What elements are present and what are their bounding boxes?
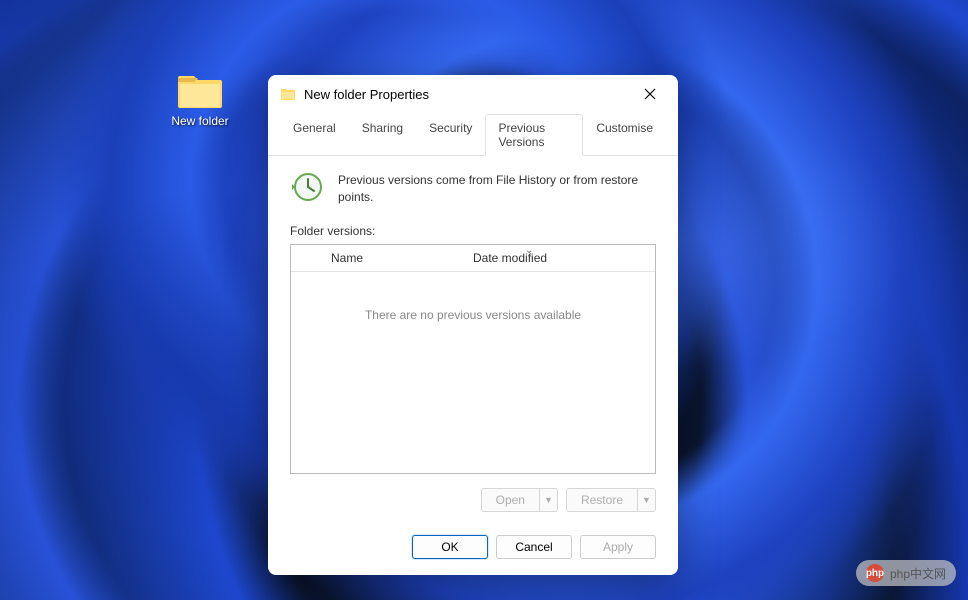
dialog-footer: OK Cancel Apply	[268, 523, 678, 575]
column-name[interactable]: Name	[291, 251, 473, 265]
column-date-label: Date modified	[473, 251, 547, 265]
sort-indicator-icon: ⌄	[525, 245, 533, 256]
cancel-button[interactable]: Cancel	[496, 535, 572, 559]
apply-button: Apply	[580, 535, 656, 559]
chevron-down-icon: ▼	[544, 495, 553, 505]
restore-button-label: Restore	[567, 489, 637, 511]
tab-customise[interactable]: Customise	[583, 114, 666, 156]
chevron-down-icon: ▼	[642, 495, 651, 505]
close-icon	[644, 88, 656, 100]
tab-previous-versions[interactable]: Previous Versions	[485, 114, 583, 156]
versions-listbox[interactable]: Name ⌄ Date modified There are no previo…	[290, 244, 656, 474]
open-button-label: Open	[482, 489, 539, 511]
ok-button[interactable]: OK	[412, 535, 488, 559]
action-buttons-row: Open ▼ Restore ▼	[290, 488, 656, 512]
restore-button: Restore ▼	[566, 488, 656, 512]
tab-security[interactable]: Security	[416, 114, 485, 156]
desktop-folder-label: New folder	[160, 114, 240, 128]
info-row: Previous versions come from File History…	[290, 170, 656, 206]
dialog-titlebar[interactable]: New folder Properties	[268, 75, 678, 113]
close-button[interactable]	[634, 80, 666, 108]
watermark-text: php中文网	[890, 565, 946, 582]
history-icon	[290, 170, 324, 204]
watermark-badge: php php中文网	[856, 560, 956, 586]
tab-sharing[interactable]: Sharing	[349, 114, 416, 156]
restore-dropdown: ▼	[637, 489, 655, 511]
info-text: Previous versions come from File History…	[338, 170, 656, 206]
properties-dialog: New folder Properties General Sharing Se…	[268, 75, 678, 575]
folder-icon	[280, 86, 296, 102]
list-header: Name ⌄ Date modified	[291, 245, 655, 272]
watermark-logo: php	[866, 564, 884, 582]
open-dropdown: ▼	[539, 489, 557, 511]
tab-general[interactable]: General	[280, 114, 349, 156]
empty-message: There are no previous versions available	[291, 272, 655, 473]
tabs-bar: General Sharing Security Previous Versio…	[268, 113, 678, 156]
desktop-folder-new-folder[interactable]: New folder	[160, 70, 240, 128]
dialog-body: Previous versions come from File History…	[268, 156, 678, 523]
dialog-title: New folder Properties	[304, 87, 634, 102]
folder-icon	[176, 70, 224, 110]
folder-versions-label: Folder versions:	[290, 224, 656, 238]
open-button: Open ▼	[481, 488, 558, 512]
column-date-modified[interactable]: ⌄ Date modified	[473, 251, 655, 265]
